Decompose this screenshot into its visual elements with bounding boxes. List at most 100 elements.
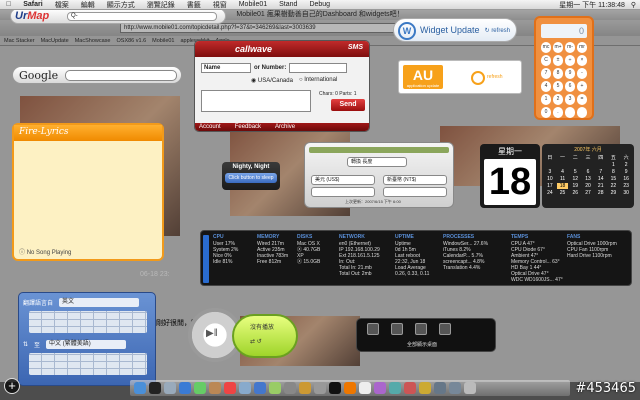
number-input[interactable]	[289, 63, 348, 73]
trash-icon[interactable]	[464, 382, 476, 394]
calculator-widget[interactable]: 0 mc m+ m-mr C ± ÷ × 7 8 9- 4 5 6 +1 2 3 = 0.	[534, 16, 594, 120]
feedback-link[interactable]: Feedback	[235, 123, 261, 131]
calculator-key[interactable]: mr	[577, 42, 587, 53]
calculator-key[interactable]: 6	[565, 81, 575, 92]
calculator-key[interactable]: .	[553, 107, 563, 118]
calculator-key[interactable]: m-	[565, 42, 575, 53]
account-link[interactable]: Account	[199, 123, 221, 131]
show-desktop-widget[interactable]: 全部顯示桌面	[356, 318, 496, 352]
source-language-select[interactable]: 英文	[59, 297, 140, 307]
clock[interactable]: 星期一 下午 11:38:48	[559, 0, 625, 10]
calculator-key[interactable]: +	[577, 81, 587, 92]
recipient-select[interactable]: Name	[201, 63, 251, 73]
calendar-month-panel[interactable]: 2007年 六月 日一二三四五六 1 2 3 4 5 6 7 8 9 10 11 12 13 14 15 16 1…	[542, 144, 634, 208]
calculator-key[interactable]: 8	[553, 68, 563, 79]
windows-icon[interactable]	[391, 323, 403, 335]
swap-icon[interactable]: ⇅	[23, 341, 28, 348]
spotlight-icon[interactable]: ⚲	[631, 1, 636, 9]
calculator-key[interactable]: 3	[565, 94, 575, 105]
calendar-date-cell[interactable]: 3	[544, 169, 556, 175]
menu-item-view[interactable]: 顯示方式	[101, 0, 141, 10]
calendar-date-cell[interactable]: 10	[544, 176, 556, 182]
archive-link[interactable]: Archive	[275, 123, 295, 131]
source-text-area[interactable]	[29, 311, 147, 333]
calculator-key[interactable]: 0	[541, 107, 551, 118]
calendar-date-cell[interactable]: 8	[608, 169, 620, 175]
calendar-date-cell[interactable]: 9	[620, 169, 632, 175]
app-icon[interactable]	[389, 382, 401, 394]
calendar-date-cell[interactable]: 14	[595, 176, 607, 182]
calendar-date-cell[interactable]: 23	[620, 183, 632, 189]
calendar-date-cell[interactable]: 20	[582, 183, 594, 189]
unit-converter-widget[interactable]: 轉換 長度 美元 (US$) 新臺幣 (NT$) 上次更新：2007/6/15 …	[304, 142, 454, 208]
itunes-shuffle-repeat[interactable]: ⇄ ↺	[250, 338, 262, 345]
radio-usa-canada[interactable]: ◉ USA/Canada	[251, 77, 293, 84]
imovie-icon[interactable]	[284, 382, 296, 394]
address-book-icon[interactable]	[209, 382, 221, 394]
itunes-widget[interactable]: ▶‖ 沒有播放 ⇄ ↺	[188, 308, 300, 364]
finder-icon[interactable]	[134, 382, 146, 394]
widget-update-widget[interactable]: W Widget Update ↻ refresh	[393, 18, 517, 42]
from-unit-select[interactable]: 美元 (US$)	[311, 175, 375, 185]
calculator-key[interactable]: =	[577, 94, 587, 105]
calendar-date-cell[interactable]: 24	[544, 190, 556, 196]
refresh-button[interactable]: ↻ refresh	[485, 27, 510, 34]
refresh-icon[interactable]	[471, 71, 485, 85]
dashboard-icon[interactable]	[149, 382, 161, 394]
calendar-date-cell[interactable]: 17	[544, 183, 556, 189]
play-pause-icon[interactable]: ▶‖	[206, 328, 218, 339]
downloads-stack-icon[interactable]	[434, 382, 446, 394]
app-icon[interactable]	[374, 382, 386, 394]
calculator-key[interactable]: 4	[541, 81, 551, 92]
calendar-day-panel[interactable]: 星期一 18	[480, 144, 540, 208]
calculator-key[interactable]: m+	[553, 42, 563, 53]
calendar-date-cell[interactable]: 11	[557, 176, 569, 182]
ical-icon[interactable]	[224, 382, 236, 394]
calendar-date-cell[interactable]: 29	[608, 190, 620, 196]
calendar-date-cell[interactable]: 6	[582, 169, 594, 175]
info-icon[interactable]: ⓘ	[19, 250, 25, 256]
calendar-date-cell[interactable]: 25	[557, 190, 569, 196]
iphoto-icon[interactable]	[269, 382, 281, 394]
calculator-key[interactable]: -	[577, 68, 587, 79]
calculator-key[interactable]: C	[541, 55, 551, 66]
to-value-input[interactable]	[383, 187, 447, 197]
calendar-widget[interactable]: 星期一 18 2007年 六月 日一二三四五六 1 2 3 4 5 6 7 8 9 10 11 12 13…	[480, 144, 634, 208]
message-textarea[interactable]	[201, 90, 311, 112]
calculator-key[interactable]	[577, 107, 587, 118]
calculator-key[interactable]	[565, 107, 575, 118]
firefox-icon[interactable]	[344, 382, 356, 394]
dashboard-icon[interactable]	[439, 323, 451, 335]
menu-item-bookmarks[interactable]: 書籤	[181, 0, 207, 10]
documents-stack-icon[interactable]	[449, 382, 461, 394]
menu-item-mobile01[interactable]: Mobile01	[233, 1, 273, 8]
to-unit-select[interactable]: 新臺幣 (NT$)	[383, 175, 447, 185]
app-icon[interactable]	[404, 382, 416, 394]
menu-item-stand[interactable]: Stand	[273, 1, 303, 8]
menu-item-window[interactable]: 視窗	[207, 0, 233, 10]
menu-item-debug[interactable]: Debug	[303, 1, 336, 8]
calendar-date-cell[interactable]: 13	[582, 176, 594, 182]
calendar-date-cell[interactable]: 18	[556, 183, 569, 189]
calendar-date-cell[interactable]: 7	[595, 169, 607, 175]
itunes-icon[interactable]	[254, 382, 266, 394]
nighty-night-widget[interactable]: Nighty, Night Click button to sleep	[222, 162, 280, 190]
app-menu[interactable]: Safari	[17, 1, 48, 8]
calendar-date-cell[interactable]: 19	[569, 183, 581, 189]
ichat-icon[interactable]	[194, 382, 206, 394]
calendar-date-cell[interactable]: 22	[608, 183, 620, 189]
calendar-date-cell[interactable]: 2	[620, 162, 632, 168]
calculator-key[interactable]: 1	[541, 94, 551, 105]
calendar-date-cell[interactable]: 5	[569, 169, 581, 175]
calendar-date-cell[interactable]: 27	[582, 190, 594, 196]
mail-icon[interactable]	[164, 382, 176, 394]
preview-icon[interactable]	[239, 382, 251, 394]
textedit-icon[interactable]	[359, 382, 371, 394]
urmap-widget[interactable]: UrMap Q-	[10, 8, 226, 24]
target-text-area[interactable]	[29, 353, 147, 375]
system-preferences-icon[interactable]	[314, 382, 326, 394]
calculator-key[interactable]: 7	[541, 68, 551, 79]
google-search-input[interactable]	[65, 70, 177, 81]
fire-lyrics-widget[interactable]: Fire-Lyrics ⓘ No Song Playing	[12, 123, 164, 261]
calendar-date-cell[interactable]: 28	[595, 190, 607, 196]
